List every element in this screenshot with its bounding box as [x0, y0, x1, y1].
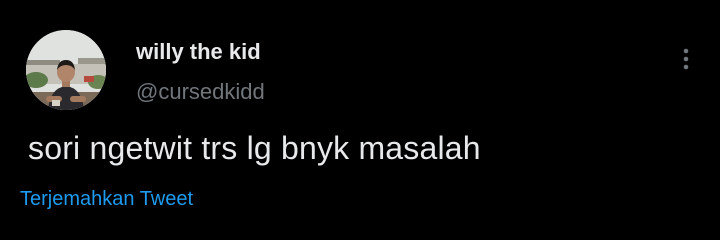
more-vertical-icon: [683, 48, 689, 70]
more-options-button[interactable]: [672, 42, 700, 76]
avatar[interactable]: [26, 30, 106, 110]
tweet-card: willy the kid @cursedkidd sori ngetwit t…: [0, 0, 720, 240]
tweet-text: sori ngetwit trs lg bnyk masalah: [28, 130, 481, 166]
user-handle[interactable]: @cursedkidd: [136, 79, 265, 105]
translate-tweet-link[interactable]: Terjemahkan Tweet: [20, 188, 193, 211]
display-name[interactable]: willy the kid: [136, 39, 261, 65]
profile-photo: [26, 30, 106, 110]
